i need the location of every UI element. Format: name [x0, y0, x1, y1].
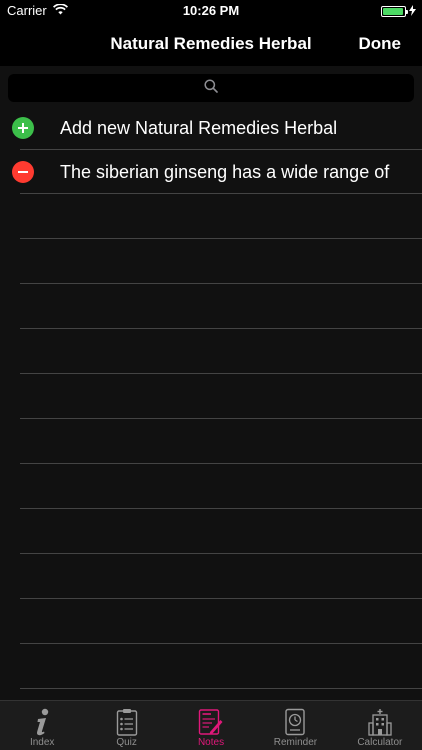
- empty-row: [20, 374, 422, 419]
- empty-row: [20, 464, 422, 509]
- clock-icon: [284, 707, 306, 737]
- empty-row: [20, 284, 422, 329]
- hospital-icon: [368, 707, 392, 737]
- charging-icon: [409, 4, 416, 19]
- add-icon[interactable]: [12, 117, 34, 139]
- search-bar: [0, 66, 422, 110]
- tab-index-label: Index: [29, 737, 55, 748]
- tab-reminder-label: Reminder: [273, 737, 318, 748]
- list-item[interactable]: The siberian ginseng has a wide range of: [12, 150, 422, 194]
- notes-list: Add new Natural Remedies Herbal The sibe…: [0, 106, 422, 689]
- empty-row: [20, 554, 422, 599]
- navigation-bar: Natural Remedies Herbal Done: [0, 22, 422, 66]
- notes-icon: [198, 707, 224, 737]
- battery-icon: [381, 6, 408, 17]
- status-time: 10:26 PM: [182, 3, 240, 18]
- search-input[interactable]: [8, 74, 414, 102]
- add-note-row[interactable]: Add new Natural Remedies Herbal: [12, 106, 422, 150]
- tab-index[interactable]: Index: [0, 701, 84, 750]
- empty-row: [20, 329, 422, 374]
- empty-row: [20, 194, 422, 239]
- status-right: [381, 4, 416, 19]
- tab-notes-label: Notes: [197, 737, 225, 748]
- tab-quiz[interactable]: Quiz: [84, 701, 168, 750]
- list-item-label: The siberian ginseng has a wide range of: [60, 162, 390, 182]
- search-icon: [204, 78, 218, 98]
- checklist-icon: [116, 707, 138, 737]
- tab-calculator[interactable]: Calculator: [338, 701, 422, 750]
- tab-bar: Index Quiz Notes Reminder Calculator: [0, 700, 422, 750]
- empty-row: [20, 644, 422, 689]
- info-icon: [31, 707, 53, 737]
- tab-calculator-label: Calculator: [357, 737, 403, 748]
- empty-row: [20, 509, 422, 554]
- delete-icon[interactable]: [12, 161, 34, 183]
- battery-fill: [383, 8, 403, 15]
- tab-reminder[interactable]: Reminder: [253, 701, 337, 750]
- empty-row: [20, 419, 422, 464]
- empty-row: [20, 599, 422, 644]
- tab-quiz-label: Quiz: [116, 737, 137, 748]
- add-note-label: Add new Natural Remedies Herbal: [60, 118, 338, 138]
- empty-row: [20, 239, 422, 284]
- done-button[interactable]: Done: [359, 34, 402, 54]
- tab-notes[interactable]: Notes: [169, 701, 253, 750]
- status-bar: Carrier 10:26 PM: [0, 0, 422, 22]
